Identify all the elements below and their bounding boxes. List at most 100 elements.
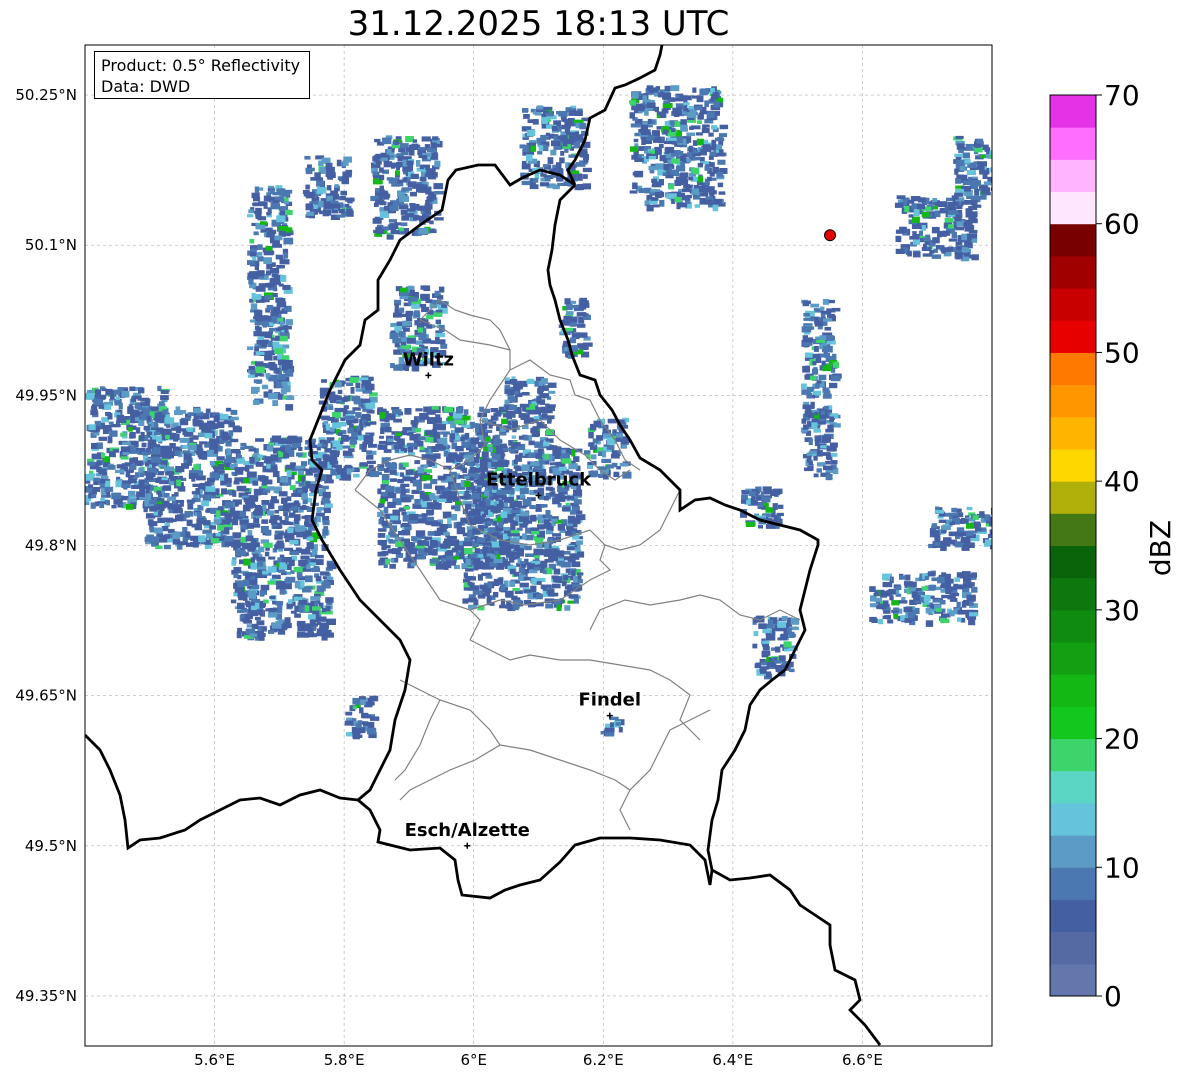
echo-cell (648, 150, 655, 154)
echo-cell (417, 466, 425, 474)
echo-cell (666, 137, 677, 141)
echo-cell (210, 537, 219, 544)
echo-cell (703, 187, 709, 195)
echo-cell (151, 542, 156, 547)
echo-cell (449, 433, 456, 440)
echo-cell (509, 556, 515, 563)
echo-cell (456, 407, 463, 414)
echo-cell (712, 198, 723, 205)
echo-cell (377, 467, 385, 471)
echo-cell (961, 201, 969, 205)
echo-cell (312, 606, 321, 611)
echo-cell (327, 175, 334, 180)
echo-cell (631, 92, 639, 99)
echo-cell (279, 332, 284, 336)
echo-cell (808, 326, 815, 330)
echo-cell (359, 462, 369, 467)
echo-cell (286, 571, 291, 575)
echo-cell (251, 584, 260, 590)
echo-cell (384, 468, 390, 473)
echo-cell (531, 430, 540, 438)
echo-cell (575, 162, 586, 167)
echo-cell (568, 111, 579, 116)
echo-cell (272, 400, 279, 407)
echo-cell (237, 602, 245, 609)
echo-cell (247, 214, 254, 218)
echo-cell (506, 415, 512, 420)
echo-cell (432, 136, 439, 141)
echo-cell (379, 412, 386, 419)
echo-cell (316, 507, 322, 513)
echo-cell (193, 464, 200, 470)
echo-cell (543, 519, 550, 527)
echo-cell (92, 487, 101, 492)
echo-cell (353, 473, 360, 478)
echo-cell (134, 472, 140, 478)
echo-cell (816, 339, 826, 343)
echo-cell (296, 452, 303, 457)
echo-cell (267, 580, 277, 585)
echo-cell (530, 145, 537, 152)
echo-cell (440, 343, 448, 349)
echo-cell (638, 188, 649, 193)
echo-cell (272, 199, 280, 204)
echo-cell (493, 592, 499, 598)
echo-cell (199, 420, 204, 425)
echo-cell (404, 408, 412, 415)
echo-cell (162, 409, 168, 415)
echo-cell (443, 532, 450, 536)
echo-cell (947, 201, 956, 209)
echo-cell (630, 123, 641, 128)
echo-cell (267, 566, 277, 573)
echo-cell (381, 473, 390, 481)
echo-cell (510, 530, 520, 534)
echo-cell (455, 446, 464, 452)
echo-cell (447, 523, 452, 529)
echo-cell (542, 569, 547, 574)
echo-cell (223, 527, 229, 534)
echo-cell (396, 179, 402, 184)
echo-cell (666, 95, 671, 100)
echo-cell (550, 149, 557, 156)
echo-cell (176, 544, 183, 550)
echo-cell (406, 338, 416, 344)
echo-cell (187, 543, 195, 547)
echo-cell (490, 415, 498, 421)
echo-cell (287, 527, 294, 534)
echo-cell (209, 460, 216, 466)
echo-cell (818, 374, 827, 381)
echo-cell (261, 500, 270, 506)
echo-cell (414, 427, 421, 433)
echo-cell (830, 460, 838, 465)
echo-cell (174, 492, 179, 497)
echo-cell (542, 164, 549, 168)
echo-cell (381, 550, 389, 556)
echo-cell (530, 585, 537, 593)
echo-cell (496, 554, 501, 559)
echo-cell (544, 453, 549, 460)
echo-cell (570, 170, 580, 174)
echo-cell (499, 604, 509, 609)
echo-cell (240, 528, 246, 533)
echo-cell (583, 174, 588, 179)
echo-cell (433, 453, 441, 459)
echo-cell (505, 590, 514, 598)
echo-cell (664, 85, 671, 91)
echo-cell (814, 346, 819, 352)
echo-cell (239, 519, 248, 525)
echo-cell (205, 408, 211, 414)
echo-cell (921, 211, 930, 218)
echo-cell (933, 202, 943, 206)
echo-cell (108, 421, 114, 425)
echo-cell (821, 360, 826, 366)
echo-cell (435, 485, 445, 490)
echo-cell (250, 495, 259, 500)
echo-cell (209, 438, 215, 444)
echo-cell (571, 449, 576, 457)
echo-cell (426, 502, 434, 510)
echo-cell (613, 472, 620, 478)
echo-cell (531, 577, 537, 585)
echo-cell (711, 96, 718, 100)
echo-cell (390, 363, 395, 369)
echo-cell (237, 627, 243, 633)
